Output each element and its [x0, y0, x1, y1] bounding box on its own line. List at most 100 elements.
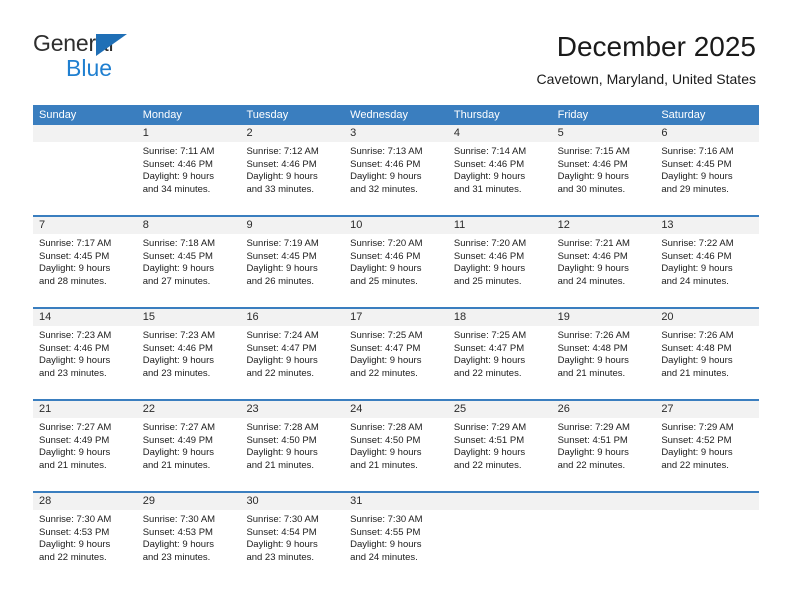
sunrise-text: Sunrise: 7:19 AM: [246, 238, 319, 249]
day-details: [33, 142, 137, 146]
day-cell[interactable]: 22 Sunrise: 7:27 AM Sunset: 4:49 PM Dayl…: [136, 401, 241, 483]
daylight-text-line2: and 33 minutes.: [246, 183, 315, 195]
day-number: 22: [136, 401, 241, 418]
day-cell[interactable]: 26 Sunrise: 7:29 AM Sunset: 4:51 PM Dayl…: [551, 401, 656, 483]
week-row: 7 Sunrise: 7:17 AM Sunset: 4:45 PM Dayli…: [33, 215, 760, 299]
day-cell[interactable]: 30 Sunrise: 7:30 AM Sunset: 4:54 PM Dayl…: [240, 493, 345, 575]
daylight-text-line2: and 22 minutes.: [661, 459, 729, 471]
week-row: 28 Sunrise: 7:30 AM Sunset: 4:53 PM Dayl…: [33, 491, 760, 575]
sunrise-text: Sunrise: 7:24 AM: [246, 330, 319, 341]
logo-text-blue: Blue: [66, 55, 113, 81]
sunset-text: Sunset: 4:46 PM: [453, 250, 525, 262]
sunset-text: Sunset: 4:47 PM: [350, 342, 421, 354]
day-cell[interactable]: 12 Sunrise: 7:21 AM Sunset: 4:46 PM Dayl…: [551, 217, 656, 299]
daylight-text-line2: and 23 minutes.: [142, 367, 211, 379]
daylight-text-line2: and 22 minutes.: [453, 459, 522, 471]
day-number: 7: [33, 217, 137, 234]
day-cell[interactable]: 7 Sunrise: 7:17 AM Sunset: 4:45 PM Dayli…: [33, 217, 137, 299]
daylight-text-line2: and 24 minutes.: [661, 275, 729, 287]
day-cell[interactable]: 23 Sunrise: 7:28 AM Sunset: 4:50 PM Dayl…: [240, 401, 345, 483]
page-header: General Blue December 2025 Cavetown, Mar…: [0, 0, 792, 104]
day-number: [447, 493, 552, 510]
day-number: 26: [551, 401, 656, 418]
day-cell[interactable]: 1 Sunrise: 7:11 AM Sunset: 4:46 PM Dayli…: [136, 125, 241, 207]
day-cell[interactable]: 2 Sunrise: 7:12 AM Sunset: 4:46 PM Dayli…: [240, 125, 345, 207]
day-cell[interactable]: [447, 493, 552, 575]
day-number: 19: [551, 309, 656, 326]
day-cell[interactable]: 17 Sunrise: 7:25 AM Sunset: 4:47 PM Dayl…: [344, 309, 448, 391]
day-details: Sunrise: 7:12 AM Sunset: 4:46 PM Dayligh…: [240, 142, 344, 196]
daylight-text-line2: and 22 minutes.: [557, 459, 626, 471]
day-details: Sunrise: 7:27 AM Sunset: 4:49 PM Dayligh…: [137, 418, 241, 472]
day-cell[interactable]: 9 Sunrise: 7:19 AM Sunset: 4:45 PM Dayli…: [240, 217, 345, 299]
page-title: December 2025: [556, 31, 756, 62]
day-details: Sunrise: 7:15 AM Sunset: 4:46 PM Dayligh…: [552, 142, 656, 196]
day-cell[interactable]: 19 Sunrise: 7:26 AM Sunset: 4:48 PM Dayl…: [551, 309, 656, 391]
day-cell[interactable]: 14 Sunrise: 7:23 AM Sunset: 4:46 PM Dayl…: [33, 309, 137, 391]
day-cell[interactable]: 4 Sunrise: 7:14 AM Sunset: 4:46 PM Dayli…: [447, 125, 552, 207]
week-row: 21 Sunrise: 7:27 AM Sunset: 4:49 PM Dayl…: [33, 399, 760, 483]
day-cell[interactable]: [551, 493, 656, 575]
day-cell[interactable]: 20 Sunrise: 7:26 AM Sunset: 4:48 PM Dayl…: [655, 309, 760, 391]
day-number: 15: [136, 309, 241, 326]
logo-triangle-icon: [96, 34, 127, 56]
day-cell[interactable]: 11 Sunrise: 7:20 AM Sunset: 4:46 PM Dayl…: [447, 217, 552, 299]
daylight-text-line1: Daylight: 9 hours: [557, 263, 629, 275]
day-cell[interactable]: 15 Sunrise: 7:23 AM Sunset: 4:46 PM Dayl…: [136, 309, 241, 391]
daylight-text-line1: Daylight: 9 hours: [350, 539, 422, 551]
day-cell[interactable]: 3 Sunrise: 7:13 AM Sunset: 4:46 PM Dayli…: [344, 125, 448, 207]
day-cell[interactable]: 5 Sunrise: 7:15 AM Sunset: 4:46 PM Dayli…: [551, 125, 656, 207]
sunset-text: Sunset: 4:46 PM: [557, 250, 628, 262]
week-spacer: [33, 391, 759, 399]
day-number: 18: [447, 309, 552, 326]
daylight-text-line2: and 23 minutes.: [246, 551, 315, 563]
daylight-text-line1: Daylight: 9 hours: [350, 263, 422, 275]
day-cell[interactable]: 28 Sunrise: 7:30 AM Sunset: 4:53 PM Dayl…: [33, 493, 137, 575]
daylight-text-line1: Daylight: 9 hours: [350, 447, 422, 459]
day-number: 10: [344, 217, 448, 234]
day-details: Sunrise: 7:27 AM Sunset: 4:49 PM Dayligh…: [33, 418, 137, 472]
day-cell[interactable]: 31 Sunrise: 7:30 AM Sunset: 4:55 PM Dayl…: [344, 493, 448, 575]
day-cell[interactable]: 13 Sunrise: 7:22 AM Sunset: 4:46 PM Dayl…: [655, 217, 760, 299]
day-number: [33, 125, 137, 142]
day-cell[interactable]: 25 Sunrise: 7:29 AM Sunset: 4:51 PM Dayl…: [447, 401, 552, 483]
day-cell[interactable]: 29 Sunrise: 7:30 AM Sunset: 4:53 PM Dayl…: [136, 493, 241, 575]
calendar-page: General Blue December 2025 Cavetown, Mar…: [0, 0, 792, 612]
daylight-text-line1: Daylight: 9 hours: [39, 263, 111, 275]
daylight-text-line2: and 22 minutes.: [350, 367, 418, 379]
day-cell[interactable]: 16 Sunrise: 7:24 AM Sunset: 4:47 PM Dayl…: [240, 309, 345, 391]
day-cell[interactable]: 8 Sunrise: 7:18 AM Sunset: 4:45 PM Dayli…: [136, 217, 241, 299]
daylight-text-line1: Daylight: 9 hours: [557, 171, 629, 183]
day-cell[interactable]: 21 Sunrise: 7:27 AM Sunset: 4:49 PM Dayl…: [33, 401, 137, 483]
daylight-text-line1: Daylight: 9 hours: [39, 447, 111, 459]
sunrise-text: Sunrise: 7:20 AM: [350, 238, 423, 249]
day-cell[interactable]: [33, 125, 137, 207]
sunrise-text: Sunrise: 7:25 AM: [453, 330, 527, 341]
sunset-text: Sunset: 4:50 PM: [246, 434, 317, 446]
sunrise-text: Sunrise: 7:28 AM: [246, 422, 319, 433]
daylight-text-line2: and 34 minutes.: [142, 183, 211, 195]
day-cell[interactable]: [655, 493, 760, 575]
day-cell[interactable]: 10 Sunrise: 7:20 AM Sunset: 4:46 PM Dayl…: [344, 217, 448, 299]
day-number: 28: [33, 493, 137, 510]
daylight-text-line2: and 21 minutes.: [142, 459, 211, 471]
sunset-text: Sunset: 4:46 PM: [142, 342, 213, 354]
daylight-text-line2: and 25 minutes.: [453, 275, 522, 287]
sunset-text: Sunset: 4:46 PM: [661, 250, 732, 262]
daylight-text-line2: and 32 minutes.: [350, 183, 418, 195]
day-details: [552, 510, 656, 514]
day-details: Sunrise: 7:11 AM Sunset: 4:46 PM Dayligh…: [137, 142, 241, 196]
day-number: 14: [33, 309, 137, 326]
day-details: Sunrise: 7:22 AM Sunset: 4:46 PM Dayligh…: [655, 234, 759, 288]
day-details: Sunrise: 7:28 AM Sunset: 4:50 PM Dayligh…: [240, 418, 344, 472]
day-cell[interactable]: 24 Sunrise: 7:28 AM Sunset: 4:50 PM Dayl…: [344, 401, 448, 483]
day-cell[interactable]: 27 Sunrise: 7:29 AM Sunset: 4:52 PM Dayl…: [655, 401, 760, 483]
daylight-text-line1: Daylight: 9 hours: [246, 539, 318, 551]
generalblue-logo[interactable]: General Blue: [33, 30, 233, 86]
daylight-text-line2: and 31 minutes.: [453, 183, 522, 195]
day-cell[interactable]: 18 Sunrise: 7:25 AM Sunset: 4:47 PM Dayl…: [447, 309, 552, 391]
sunset-text: Sunset: 4:55 PM: [350, 526, 421, 538]
daylight-text-line1: Daylight: 9 hours: [661, 171, 733, 183]
day-cell[interactable]: 6 Sunrise: 7:16 AM Sunset: 4:45 PM Dayli…: [655, 125, 760, 207]
day-number: 30: [240, 493, 345, 510]
